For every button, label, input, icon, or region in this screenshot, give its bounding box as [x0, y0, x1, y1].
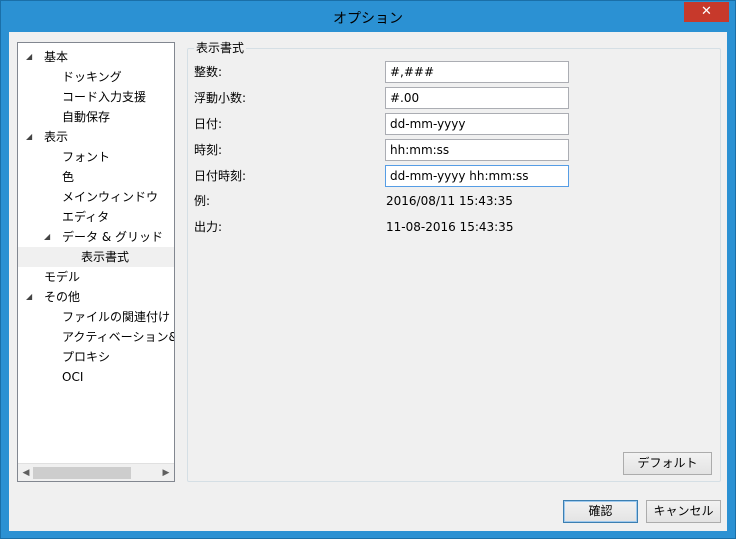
tree-item-label: データ & グリッド: [62, 230, 163, 244]
tree-item-editor[interactable]: エディタ: [62, 207, 109, 227]
tree-item-basic[interactable]: ◢ 基本: [26, 47, 174, 67]
time-label: 時刻:: [194, 143, 223, 157]
title-bar[interactable]: オプション ✕: [1, 1, 735, 33]
tree-item-autosave[interactable]: 自動保存: [62, 107, 110, 127]
tree-item-data-grid[interactable]: ◢ データ & グリッド: [44, 227, 174, 247]
time-format-field[interactable]: [385, 139, 569, 161]
horizontal-scrollbar[interactable]: ◀ ▶: [18, 463, 174, 481]
tree-item-other[interactable]: ◢ その他: [26, 287, 174, 307]
tree-item-display[interactable]: ◢ 表示: [26, 127, 174, 147]
tree-item-model[interactable]: モデル: [44, 267, 80, 287]
tree-item-activation[interactable]: アクティベーション&アップ: [62, 327, 174, 347]
expanded-icon[interactable]: ◢: [26, 47, 36, 67]
scroll-thumb[interactable]: [33, 467, 131, 479]
tree-item-label: 基本: [44, 50, 69, 64]
dialog-body: ◢ 基本 ドッキング コード入力支援 自動保存 ◢ 表示 フォント 色 メインウ…: [9, 32, 727, 531]
float-format-field[interactable]: [385, 87, 569, 109]
tree-item-docking[interactable]: ドッキング: [62, 67, 122, 87]
options-tree: ◢ 基本 ドッキング コード入力支援 自動保存 ◢ 表示 フォント 色 メインウ…: [17, 42, 175, 482]
tree-item-label: その他: [44, 290, 81, 304]
tree-item-font[interactable]: フォント: [62, 147, 110, 167]
float-label: 浮動小数:: [194, 91, 247, 105]
tree-item-main-window[interactable]: メインウィンドウ: [62, 187, 158, 207]
cancel-button[interactable]: キャンセル: [646, 500, 721, 523]
scroll-left-icon[interactable]: ◀: [20, 466, 32, 480]
tree-item-color[interactable]: 色: [62, 167, 74, 187]
output-value: 11-08-2016 15:43:35: [386, 220, 514, 234]
scroll-right-icon[interactable]: ▶: [160, 466, 172, 480]
output-label: 出力:: [194, 220, 223, 234]
integer-format-field[interactable]: [385, 61, 569, 83]
ok-button[interactable]: 確認: [563, 500, 638, 523]
example-value: 2016/08/11 15:43:35: [386, 194, 513, 208]
close-button[interactable]: ✕: [684, 2, 729, 22]
date-format-field[interactable]: [385, 113, 569, 135]
tree-item-label: 表示書式: [81, 250, 130, 264]
date-label: 日付:: [194, 117, 223, 131]
window-title: オプション: [333, 11, 403, 27]
integer-label: 整数:: [194, 65, 223, 79]
expanded-icon[interactable]: ◢: [26, 287, 36, 307]
datetime-format-field[interactable]: [385, 165, 569, 187]
options-dialog: オプション ✕ ◢ 基本 ドッキング コード入力支援 自動保存 ◢ 表示 フォン…: [0, 0, 736, 539]
tree-item-label: 表示: [44, 130, 69, 144]
tree-items: ◢ 基本 ドッキング コード入力支援 自動保存 ◢ 表示 フォント 色 メインウ…: [18, 43, 174, 463]
tree-item-oci[interactable]: OCI: [62, 367, 83, 387]
example-label: 例:: [194, 194, 211, 208]
expanded-icon[interactable]: ◢: [26, 127, 36, 147]
expanded-icon[interactable]: ◢: [44, 227, 54, 247]
tree-item-code-assist[interactable]: コード入力支援: [62, 87, 146, 107]
default-button[interactable]: デフォルト: [623, 452, 712, 475]
tree-item-proxy[interactable]: プロキシ: [62, 347, 110, 367]
tree-item-file-association[interactable]: ファイルの関連付け: [62, 307, 170, 327]
tree-item-display-format[interactable]: 表示書式: [18, 247, 174, 267]
datetime-label: 日付時刻:: [194, 169, 247, 183]
group-title: 表示書式: [194, 39, 247, 56]
